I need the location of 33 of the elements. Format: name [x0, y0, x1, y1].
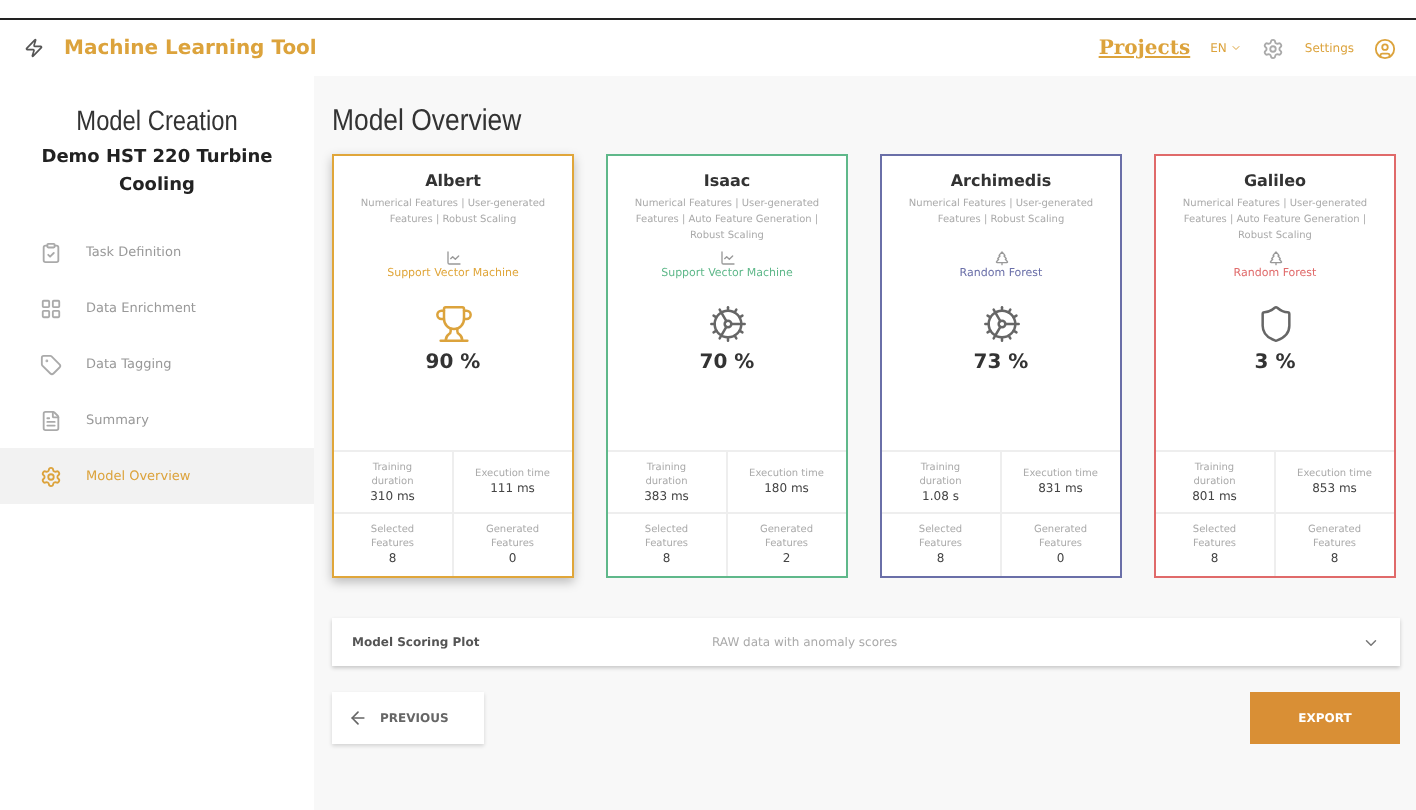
- line-chart-icon: [719, 250, 735, 266]
- settings-icon[interactable]: [1262, 37, 1285, 59]
- model-name: Isaac: [703, 172, 751, 190]
- score: 70 %: [699, 352, 755, 374]
- projects-link[interactable]: Projects: [1098, 37, 1191, 59]
- tree-icon: [993, 250, 1009, 266]
- gear-icon: [981, 304, 1021, 344]
- model-name: Archimedis: [950, 172, 1052, 190]
- score: 73 %: [973, 352, 1029, 374]
- shield-icon: [1255, 304, 1295, 344]
- trophy-icon: [433, 304, 473, 344]
- score: 90 %: [425, 352, 481, 374]
- project-name: Demo HST 220 Turbine Cooling: [39, 146, 275, 200]
- model-card[interactable]: [606, 154, 848, 578]
- nav-icon: [40, 241, 62, 263]
- logo-icon: [24, 38, 44, 58]
- model-name: Galileo: [1243, 172, 1307, 190]
- nav-icon: [40, 297, 62, 319]
- score: 3 %: [1254, 352, 1296, 374]
- line-chart-icon: [445, 250, 461, 266]
- model-name: Albert: [425, 172, 481, 190]
- gear-icon: [707, 304, 747, 344]
- model-card[interactable]: [1154, 154, 1396, 578]
- nav-icon: [40, 353, 62, 375]
- page-title: Model Overview: [332, 104, 524, 138]
- arrow-left-icon: [348, 708, 368, 728]
- tree-icon: [1267, 250, 1283, 266]
- user-icon[interactable]: [1374, 37, 1396, 59]
- sidebar-title: Model Creation: [74, 104, 240, 136]
- nav-icon: [40, 409, 62, 431]
- nav-icon: [40, 465, 62, 487]
- caret-icon: [1230, 42, 1243, 54]
- app-title: Machine Learning Tool: [64, 37, 317, 59]
